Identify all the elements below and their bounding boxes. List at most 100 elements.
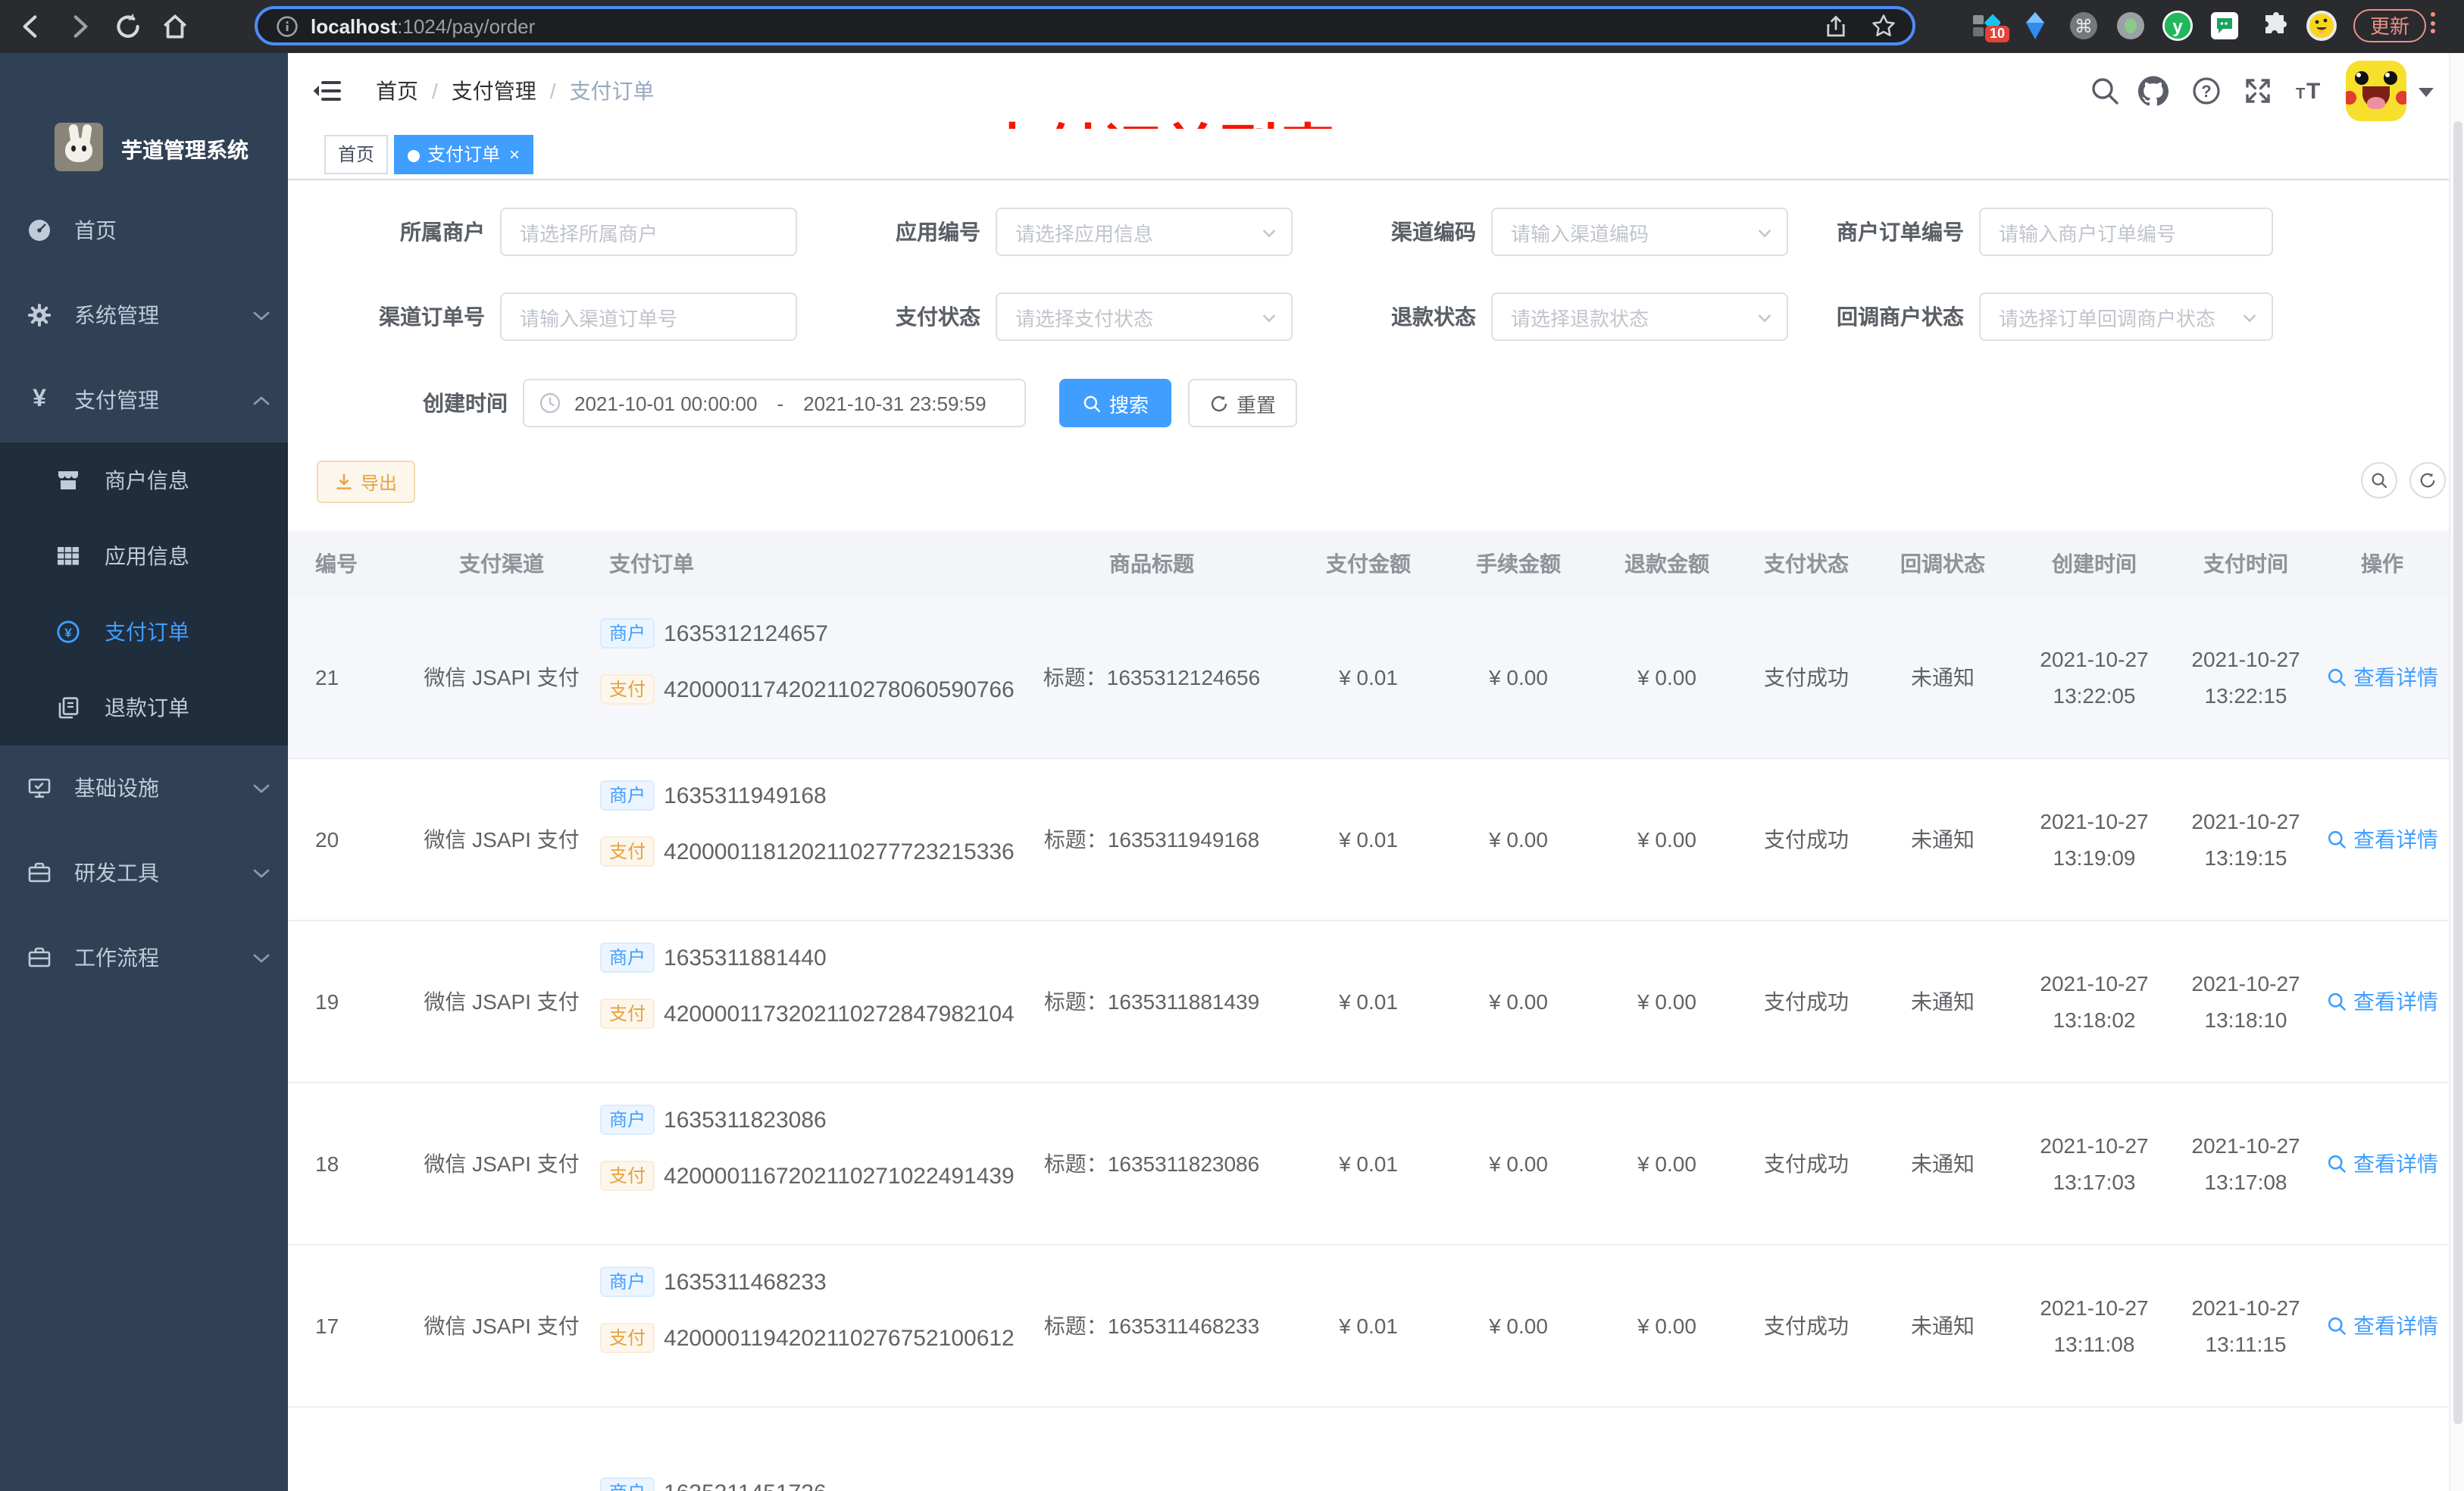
table-row-partial: 商户 1635311451736	[288, 1408, 2449, 1491]
user-avatar[interactable]	[2346, 61, 2406, 121]
gear-icon	[28, 304, 51, 327]
channel-order-no-input[interactable]: 请输入渠道订单号	[500, 292, 797, 341]
cell-id: 20	[315, 827, 339, 852]
col-created: 创建时间	[2052, 552, 2137, 576]
export-button[interactable]: 导出	[317, 461, 416, 503]
sidebar-item-home[interactable]: 首页	[0, 188, 288, 273]
chrome-update-button[interactable]: 更新	[2353, 9, 2427, 42]
merchant-order-no-input[interactable]: 请输入商户订单编号	[1979, 208, 2273, 256]
cell-amount: ¥ 0.01	[1339, 827, 1398, 852]
view-detail-link[interactable]: 查看详情	[2326, 1083, 2438, 1244]
cell-channel: 微信 JSAPI 支付	[424, 1314, 580, 1338]
browser-toolbar: localhost:1024/pay/order 10 ⌘ y 更新	[0, 0, 2464, 53]
app-select[interactable]: 请选择应用信息	[996, 208, 1293, 256]
cell-order: 商户 1635311949168 支付 42000011812021102777…	[600, 780, 1015, 899]
sidebar-item-dev-tools[interactable]: 研发工具	[0, 830, 288, 915]
col-id: 编号	[315, 552, 358, 576]
chevron-down-icon	[253, 311, 270, 320]
view-detail-link[interactable]: 查看详情	[2326, 1246, 2438, 1406]
channel-code-select[interactable]: 请输入渠道编码	[1491, 208, 1788, 256]
merchant-order-no: 1635311823086	[664, 1107, 827, 1133]
cell-refund: ¥ 0.00	[1637, 989, 1696, 1014]
cell-refund: ¥ 0.00	[1637, 1152, 1696, 1176]
merchant-input[interactable]: 请选择所属商户	[500, 208, 797, 256]
view-detail-link[interactable]: 查看详情	[2326, 759, 2438, 920]
search-icon	[2372, 473, 2387, 489]
cell-created-time: 2021-10-27 13:18:02	[2040, 971, 2149, 1032]
pay-status-select[interactable]: 请选择支付状态	[996, 292, 1293, 341]
help-icon[interactable]: ?	[2191, 76, 2222, 106]
filter-label: 支付状态	[896, 305, 980, 329]
sidebar-item-merchant-info[interactable]: 商户信息	[0, 442, 288, 518]
reload-icon[interactable]	[112, 11, 144, 42]
sidebar-item-workflow[interactable]: 工作流程	[0, 915, 288, 1000]
home-icon[interactable]	[159, 11, 191, 42]
view-detail-link[interactable]: 查看详情	[2326, 597, 2438, 758]
scrollbar-thumb[interactable]	[2453, 121, 2462, 1424]
cell-order: 商户 1635311468233 支付 42000011942021102767…	[600, 1267, 1015, 1385]
profile-avatar-icon[interactable]	[2306, 11, 2337, 41]
extension-command-icon[interactable]: ⌘	[2068, 11, 2099, 41]
vertical-scrollbar[interactable]	[2449, 53, 2464, 1491]
tag-close-icon[interactable]: ×	[509, 144, 520, 165]
back-icon[interactable]	[15, 11, 47, 42]
screen: localhost:1024/pay/order 10 ⌘ y 更新 芋道管理系…	[0, 0, 2464, 1491]
table-row[interactable]: 20 微信 JSAPI 支付 商户 1635311949168 支付 42000…	[288, 759, 2449, 921]
col-fee: 手续金额	[1476, 552, 1561, 576]
date-range-input[interactable]: 2021-10-01 00:00:00 - 2021-10-31 23:59:5…	[523, 379, 1026, 427]
url-path: :1024/pay/order	[397, 14, 536, 37]
extension-chat-icon[interactable]	[2209, 11, 2240, 41]
svg-text:?: ?	[2201, 82, 2211, 101]
tag-home[interactable]: 首页	[324, 135, 389, 174]
pay-tag: 支付	[600, 1323, 655, 1353]
sidebar-item-infrastructure[interactable]: 基础设施	[0, 746, 288, 830]
search-button[interactable]: 搜索	[1059, 379, 1171, 427]
chevron-down-icon	[253, 954, 270, 963]
date-end: 2021-10-31 23:59:59	[803, 392, 987, 414]
table-search-toggle-button[interactable]	[2361, 462, 2397, 499]
share-icon[interactable]	[1823, 13, 1849, 39]
sidebar-collapse-icon[interactable]	[312, 76, 342, 106]
cell-fee: ¥ 0.00	[1489, 989, 1548, 1014]
refund-status-select[interactable]: 请选择退款状态	[1491, 292, 1788, 341]
toolbox-icon	[28, 862, 51, 883]
filter-label: 渠道订单号	[379, 305, 485, 329]
sidebar-item-pay[interactable]: ¥ 支付管理	[0, 358, 288, 442]
github-icon[interactable]	[2138, 76, 2169, 106]
table-refresh-button[interactable]	[2409, 462, 2446, 499]
bookmark-star-icon[interactable]	[1870, 12, 1897, 39]
callback-status-select[interactable]: 请选择订单回调商户状态	[1979, 292, 2273, 341]
tag-pay-order[interactable]: 支付订单 ×	[394, 135, 534, 174]
table-row[interactable]: 18 微信 JSAPI 支付 商户 1635311823086 支付 42000…	[288, 1083, 2449, 1246]
fullscreen-icon[interactable]	[2243, 76, 2273, 106]
table-row[interactable]: 19 微信 JSAPI 支付 商户 1635311881440 支付 42000…	[288, 921, 2449, 1083]
extension-gem-icon[interactable]	[2020, 11, 2050, 41]
sidebar-item-system[interactable]: 系统管理	[0, 273, 288, 358]
filter-merchant-order-no: 商户订单编号 请输入商户订单编号	[1752, 208, 2273, 256]
reset-button[interactable]: 重置	[1188, 379, 1297, 427]
sidebar-item-refund-order[interactable]: 退款订单	[0, 670, 288, 746]
extension-dot-icon[interactable]	[2115, 11, 2146, 41]
cell-notify-status: 未通知	[1911, 665, 1975, 689]
breadcrumb-home[interactable]: 首页	[376, 79, 418, 103]
table-row[interactable]: 17 微信 JSAPI 支付 商户 1635311468233 支付 42000…	[288, 1246, 2449, 1408]
avatar-caret-icon[interactable]	[2419, 88, 2434, 97]
browser-menu-icon[interactable]	[2431, 12, 2435, 33]
address-bar[interactable]: localhost:1024/pay/order	[255, 6, 1915, 45]
active-dot-icon	[408, 149, 420, 162]
sidebar-item-label: 商户信息	[105, 468, 189, 492]
sidebar-item-app-info[interactable]: 应用信息	[0, 518, 288, 594]
search-icon[interactable]	[2090, 76, 2120, 106]
cell-created-time: 2021-10-27 13:11:08	[2040, 1296, 2149, 1356]
sidebar-item-label: 支付管理	[74, 388, 159, 412]
forward-icon[interactable]	[64, 11, 95, 42]
view-detail-link[interactable]: 查看详情	[2326, 921, 2438, 1082]
text-size-icon[interactable]: TT	[2293, 76, 2323, 106]
extensions-puzzle-icon[interactable]	[2261, 11, 2291, 41]
sidebar-item-pay-order[interactable]: ¥ 支付订单	[0, 594, 288, 670]
chevron-down-icon	[253, 869, 270, 878]
search-icon	[2328, 992, 2346, 1011]
site-info-icon[interactable]	[276, 14, 299, 37]
extension-y-icon[interactable]: y	[2162, 11, 2193, 41]
table-row[interactable]: 21 微信 JSAPI 支付 商户 1635312124657 支付 42000…	[288, 597, 2449, 759]
